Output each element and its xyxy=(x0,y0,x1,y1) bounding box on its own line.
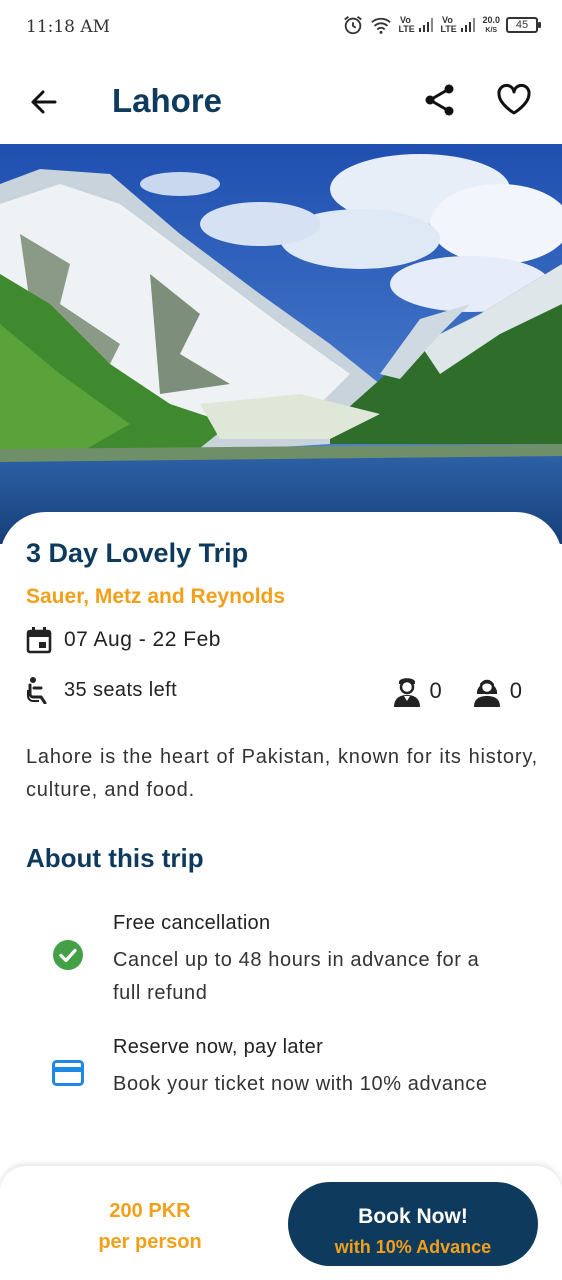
sim2-label: Vo LTE xyxy=(440,15,457,34)
trip-details-card: 3 Day Lovely Trip Sauer, Metz and Reynol… xyxy=(0,512,562,1172)
feature-title: Free cancellation xyxy=(113,912,271,934)
check-circle-icon xyxy=(53,940,83,970)
gender-counts: 0 0 xyxy=(392,674,522,708)
company-name[interactable]: Sauer, Metz and Reynolds xyxy=(26,585,285,609)
feature-free-cancellation: Free cancellation Cancel up to 48 hours … xyxy=(0,912,562,1012)
feature-reserve-now: Reserve now, pay later Book your ticket … xyxy=(0,1036,562,1136)
trip-description: Lahore is the heart of Pakistan, known f… xyxy=(26,746,538,801)
about-title: About this trip xyxy=(26,843,204,873)
network-speed: 20.0 K/S xyxy=(482,14,500,35)
book-now-button[interactable]: Book Now! with 10% Advance xyxy=(288,1182,538,1266)
hero-image xyxy=(0,144,562,544)
feature-title: Reserve now, pay later xyxy=(113,1036,324,1058)
network-speed-value: 20.0 xyxy=(482,14,500,25)
male-avatar-icon xyxy=(393,678,420,707)
back-button[interactable] xyxy=(24,82,64,122)
female-count: 0 xyxy=(509,678,522,703)
alarm-icon xyxy=(344,16,363,35)
price-unit: per person xyxy=(98,1231,202,1253)
feature-description: Cancel up to 48 hours in advance for a f… xyxy=(113,949,480,1004)
app-bar: Lahore xyxy=(0,56,562,144)
signal-icon xyxy=(461,18,476,32)
favorite-button[interactable] xyxy=(494,80,534,120)
page-title: Lahore xyxy=(112,82,223,119)
mountain-lake-illustration xyxy=(0,144,562,544)
book-now-label: Book Now! xyxy=(358,1204,468,1228)
trip-title: 3 Day Lovely Trip xyxy=(26,538,249,568)
booking-bar: 200 PKR per person Book Now! with 10% Ad… xyxy=(0,1166,562,1280)
male-count: 0 xyxy=(429,678,442,703)
status-icons: Vo LTE Vo LTE 20.0 K/S 45 xyxy=(342,14,541,36)
heart-icon xyxy=(497,83,531,115)
share-icon xyxy=(425,84,454,116)
status-time: 11:18 AM xyxy=(26,17,111,37)
status-bar: 11:18 AM Vo LTE Vo LTE 20.0 K/S 45 xyxy=(0,0,562,56)
signal-icon xyxy=(419,18,434,32)
trip-dates: 07 Aug - 22 Feb xyxy=(64,628,221,651)
back-arrow-icon xyxy=(31,90,57,114)
date-row: 07 Aug - 22 Feb xyxy=(26,626,221,654)
share-button[interactable] xyxy=(420,80,460,120)
sim1-label: Vo LTE xyxy=(398,15,415,34)
network-speed-unit: K/S xyxy=(485,26,498,34)
credit-card-icon xyxy=(52,1060,84,1086)
seat-icon xyxy=(27,677,47,704)
female-avatar-icon xyxy=(473,679,500,707)
feature-description: Book your ticket now with 10% advance xyxy=(113,1073,488,1095)
battery-icon: 45 xyxy=(506,17,541,33)
price-info: 200 PKR per person xyxy=(62,1196,238,1258)
calendar-icon xyxy=(26,627,52,654)
seats-left: 35 seats left xyxy=(64,678,178,701)
price-amount: 200 PKR xyxy=(109,1200,191,1222)
seats-row: 35 seats left xyxy=(26,676,177,704)
wifi-icon xyxy=(371,17,392,34)
book-now-sublabel: with 10% Advance xyxy=(334,1236,492,1257)
